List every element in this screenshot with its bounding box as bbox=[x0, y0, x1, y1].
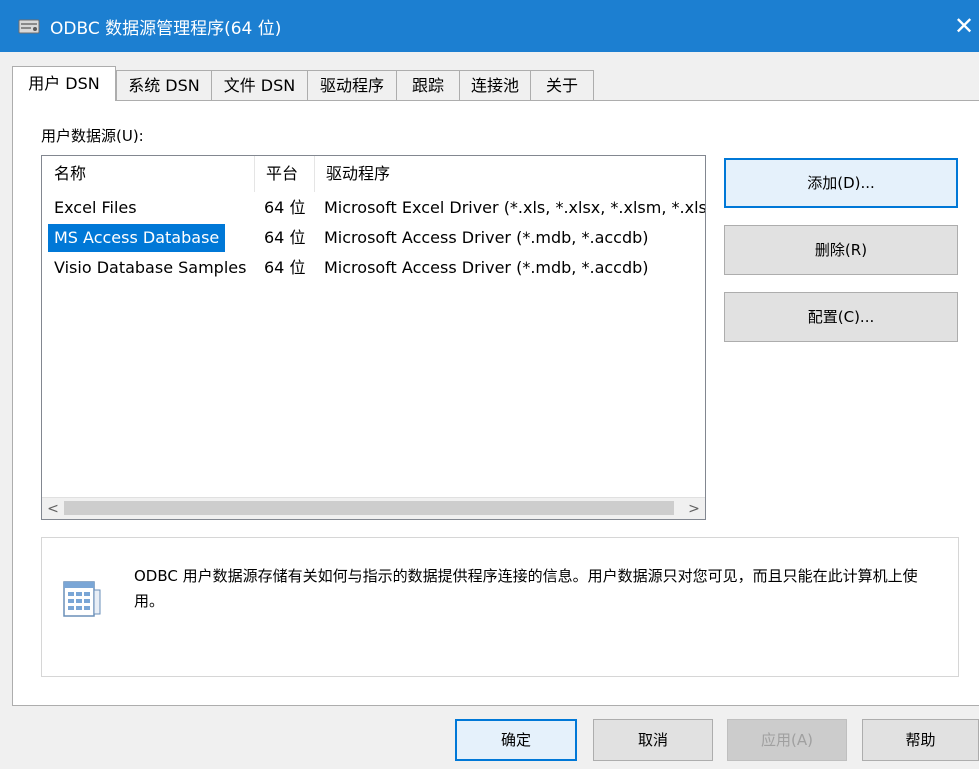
list-item-driver: Microsoft Access Driver (*.mdb, *.accdb) bbox=[324, 228, 649, 247]
column-driver[interactable]: 驱动程序 bbox=[314, 156, 705, 192]
configure-button[interactable]: 配置(C)... bbox=[724, 292, 958, 342]
list-item[interactable]: Visio Database Samples 64 位 Microsoft Ac… bbox=[42, 253, 705, 283]
apply-button[interactable]: 应用(A) bbox=[727, 719, 847, 761]
tab-tracing[interactable]: 跟踪 bbox=[396, 70, 460, 100]
list-item-driver: Microsoft Access Driver (*.mdb, *.accdb) bbox=[324, 258, 649, 277]
user-data-sources-label: 用户数据源(U): bbox=[41, 127, 144, 145]
tab-about[interactable]: 关于 bbox=[530, 70, 594, 100]
list-item-name: Excel Files bbox=[54, 198, 137, 217]
scroll-right-arrow[interactable]: > bbox=[683, 498, 705, 519]
list-item[interactable]: MS Access Database 64 位 Microsoft Access… bbox=[42, 223, 705, 253]
tab-file-dsn[interactable]: 文件 DSN bbox=[211, 70, 308, 100]
ok-button[interactable]: 确定 bbox=[455, 719, 577, 761]
tab-system-dsn[interactable]: 系统 DSN bbox=[116, 70, 212, 100]
list-item[interactable]: Excel Files 64 位 Microsoft Excel Driver … bbox=[42, 193, 705, 223]
list-item-name: Visio Database Samples bbox=[54, 258, 247, 277]
list-item-driver: Microsoft Excel Driver (*.xls, *.xlsx, *… bbox=[324, 198, 706, 217]
list-item-platform: 64 位 bbox=[264, 258, 306, 277]
window-title: ODBC 数据源管理程序(64 位) bbox=[50, 19, 282, 39]
tab-drivers[interactable]: 驱动程序 bbox=[307, 70, 397, 100]
horizontal-scrollbar[interactable]: < > bbox=[42, 497, 705, 519]
list-header: 名称 平台 驱动程序 bbox=[42, 156, 705, 192]
info-description: ODBC 用户数据源存储有关如何与指示的数据提供程序连接的信息。用户数据源只对您… bbox=[134, 567, 918, 610]
scroll-thumb[interactable] bbox=[64, 501, 674, 515]
list-item-name: MS Access Database bbox=[42, 223, 254, 253]
odbc-app-icon bbox=[18, 19, 40, 34]
tab-user-dsn[interactable]: 用户 DSN bbox=[12, 66, 116, 101]
add-button[interactable]: 添加(D)... bbox=[724, 158, 958, 208]
column-platform[interactable]: 平台 bbox=[254, 156, 314, 192]
close-button[interactable]: ✕ bbox=[949, 0, 979, 52]
help-button[interactable]: 帮助 bbox=[862, 719, 979, 761]
list-item-platform: 64 位 bbox=[264, 198, 306, 217]
info-box: ODBC 用户数据源存储有关如何与指示的数据提供程序连接的信息。用户数据源只对您… bbox=[41, 537, 959, 677]
odbc-window: ODBC 数据源管理程序(64 位) ✕ 用户 DSN 系统 DSN 文件 DS… bbox=[0, 0, 979, 769]
cancel-button[interactable]: 取消 bbox=[593, 719, 713, 761]
list-item-platform: 64 位 bbox=[264, 228, 306, 247]
selected-item-name: MS Access Database bbox=[48, 224, 226, 252]
data-source-icon bbox=[63, 581, 101, 617]
scroll-left-arrow[interactable]: < bbox=[42, 498, 64, 519]
data-source-list[interactable]: 名称 平台 驱动程序 Excel Files 64 位 Microsoft Ex… bbox=[41, 155, 706, 520]
title-bar: ODBC 数据源管理程序(64 位) ✕ bbox=[0, 0, 979, 52]
column-name[interactable]: 名称 bbox=[42, 156, 254, 192]
remove-button[interactable]: 删除(R) bbox=[724, 225, 958, 275]
tab-connection-pooling[interactable]: 连接池 bbox=[459, 70, 531, 100]
